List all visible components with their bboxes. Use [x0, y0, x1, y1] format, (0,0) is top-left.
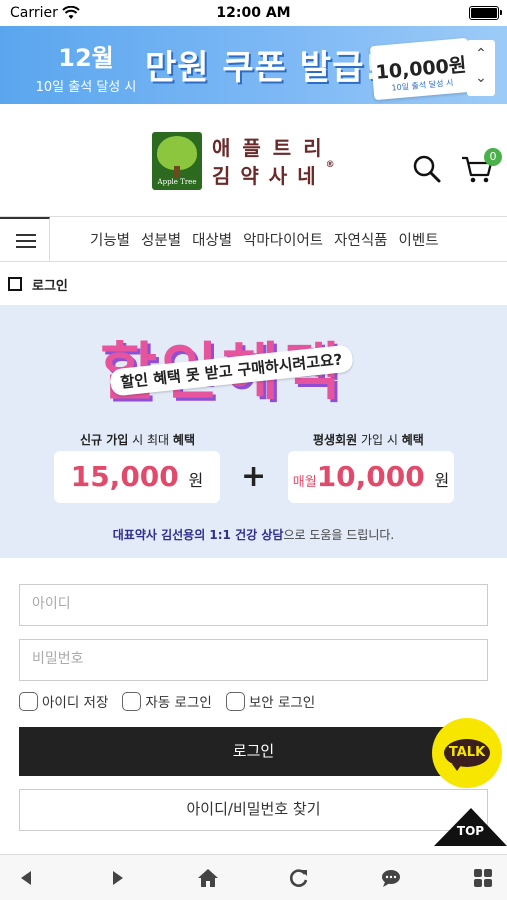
nav-item-diet[interactable]: 악마다이어트: [243, 229, 323, 250]
id-input[interactable]: 아이디: [19, 584, 488, 626]
lifetime-member-value: 10,000: [316, 460, 425, 493]
grid-menu-icon[interactable]: [472, 868, 494, 888]
login-button[interactable]: 로그인: [19, 727, 488, 776]
clock: 12:00 AM: [216, 5, 291, 21]
search-icon[interactable]: [412, 154, 442, 184]
battery-icon: [469, 6, 502, 20]
nav-item-target[interactable]: 대상별: [192, 229, 232, 250]
promo-banner[interactable]: 12월 10일 출석 달성 시 만원 쿠폰 발급! 10,000원 10일 출석…: [0, 26, 507, 104]
promo-month-sub: 10일 출석 달성 시: [35, 80, 137, 95]
promo-arrows: ⌃ ⌄: [467, 40, 495, 96]
benefit-banner[interactable]: 할인혜택 할인 혜택 못 받고 구매하시려고요? 신규 가입 시 최대 혜택 1…: [0, 305, 507, 558]
logo-text-line1[interactable]: 애플트리: [212, 132, 334, 161]
lifetime-member-card: 매월10,000 원: [288, 451, 454, 503]
password-input[interactable]: 비밀번호: [19, 639, 488, 681]
menu-icon[interactable]: [0, 217, 50, 261]
login-form: 아이디 비밀번호 아이디 저장 자동 로그인 보안 로그인 로그인 아이디/비밀…: [0, 558, 507, 854]
coupon-image: 10,000원 10일 출석 달성 시: [369, 37, 473, 101]
cart-count-badge: 0: [484, 148, 502, 166]
promo-headline: 만원 쿠폰 발급!: [145, 48, 381, 88]
category-nav: 기능별 성분별 대상별 악마다이어트 자연식품 이벤트: [0, 216, 507, 262]
scroll-top-button[interactable]: TOP: [434, 808, 507, 846]
site-header: Apple Tree 애플트리 김약사네® 0: [0, 104, 507, 216]
chevron-up-icon[interactable]: ⌃: [467, 46, 495, 62]
new-member-value: 15,000: [70, 460, 179, 493]
save-id-checkbox[interactable]: 아이디 저장: [19, 691, 108, 711]
top-label: TOP: [456, 824, 485, 838]
logo-text-line2[interactable]: 김약사네®: [212, 160, 335, 189]
square-icon: [8, 277, 22, 291]
status-bar: Carrier 12:00 AM: [0, 0, 507, 26]
nav-item-function[interactable]: 기능별: [90, 229, 130, 250]
bottom-toolbar: [0, 854, 507, 900]
new-member-label: 신규 가입 시 최대 혜택: [80, 433, 196, 447]
nav-item-ingredient[interactable]: 성분별: [141, 229, 181, 250]
secure-login-checkbox[interactable]: 보안 로그인: [225, 691, 315, 711]
logo-label: Apple Tree: [157, 178, 197, 186]
lifetime-member-label: 평생회원 가입 시 혜택: [313, 433, 424, 447]
chevron-down-icon[interactable]: ⌄: [467, 70, 495, 86]
kakao-talk-button[interactable]: TALK: [432, 718, 502, 788]
nav-item-natural-food[interactable]: 자연식품: [334, 229, 387, 250]
page-title-text: 로그인: [32, 279, 68, 294]
refresh-icon[interactable]: [288, 868, 310, 888]
plus-sign: +: [241, 459, 267, 494]
nav-item-event[interactable]: 이벤트: [399, 229, 439, 250]
find-id-password-button[interactable]: 아이디/비밀번호 찾기: [19, 789, 488, 831]
promo-month: 12월: [58, 44, 114, 72]
benefit-footer: 대표약사 김선용의 1:1 건강 상담으로 도움을 드립니다.: [112, 528, 395, 542]
talk-label: TALK: [448, 745, 486, 760]
home-icon[interactable]: [197, 868, 219, 888]
back-icon[interactable]: [16, 868, 38, 888]
new-member-card: 15,000 원: [54, 451, 220, 503]
auto-login-checkbox[interactable]: 자동 로그인: [122, 691, 212, 711]
chat-icon[interactable]: [380, 868, 402, 888]
logo-tree-icon[interactable]: Apple Tree: [152, 132, 202, 190]
forward-icon[interactable]: [106, 868, 128, 888]
